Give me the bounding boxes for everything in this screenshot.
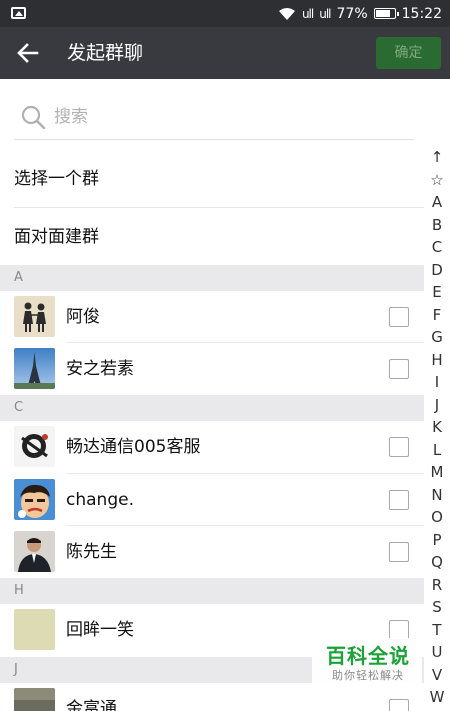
select-group-item[interactable]: 选择一个群 xyxy=(0,150,424,208)
index-letter[interactable]: A xyxy=(424,191,450,214)
index-letter[interactable]: U xyxy=(424,641,450,664)
battery-icon xyxy=(373,8,399,19)
index-letter[interactable]: I xyxy=(424,371,450,394)
index-letter[interactable]: C xyxy=(424,236,450,259)
section-header-h: H xyxy=(0,578,424,604)
avatar xyxy=(14,479,55,520)
index-letter[interactable]: O xyxy=(424,506,450,529)
signal-indicator-1: ull xyxy=(301,6,314,21)
avatar xyxy=(14,296,55,337)
section-letter: H xyxy=(14,583,24,598)
index-letter[interactable]: Q xyxy=(424,551,450,574)
index-star[interactable]: ☆ xyxy=(424,169,450,192)
contact-name: 畅达通信005客服 xyxy=(66,437,201,457)
page-title: 发起群聊 xyxy=(67,42,144,64)
index-letter[interactable]: R xyxy=(424,574,450,597)
search-bar xyxy=(14,94,414,140)
search-input[interactable] xyxy=(54,100,384,134)
index-letter[interactable]: P xyxy=(424,529,450,552)
index-letter[interactable]: E xyxy=(424,281,450,304)
index-letter[interactable]: H xyxy=(424,349,450,372)
watermark-subtitle: 助你轻松解决 xyxy=(332,669,404,682)
section-letter: A xyxy=(14,270,23,285)
index-up-arrow[interactable]: ↑ xyxy=(424,146,450,169)
alphabet-index[interactable]: ↑ ☆ A B C D E F G H I J K L M N O P Q R … xyxy=(424,146,450,709)
contact-name: change. xyxy=(66,490,134,510)
index-letter[interactable]: L xyxy=(424,439,450,462)
face-to-face-item[interactable]: 面对面建群 xyxy=(0,208,424,266)
index-letter[interactable]: N xyxy=(424,484,450,507)
search-icon xyxy=(21,105,46,130)
contact-name: 陈先生 xyxy=(66,542,117,562)
battery-percent: 77% xyxy=(336,5,368,22)
index-letter[interactable]: M xyxy=(424,461,450,484)
signal-indicator-2: ull xyxy=(319,6,331,21)
contact-name: 安之若素 xyxy=(66,359,134,379)
confirm-button[interactable]: 确定 xyxy=(376,37,441,69)
select-checkbox[interactable] xyxy=(389,359,409,379)
select-group-label: 选择一个群 xyxy=(14,169,99,189)
section-letter: C xyxy=(14,400,24,415)
index-letter[interactable]: F xyxy=(424,304,450,327)
watermark-title: 百科全说 xyxy=(326,644,410,668)
back-button[interactable] xyxy=(10,35,46,71)
section-header-a: A xyxy=(0,265,424,291)
select-checkbox[interactable] xyxy=(389,699,409,711)
avatar xyxy=(14,688,55,711)
select-checkbox[interactable] xyxy=(389,490,409,510)
select-checkbox[interactable] xyxy=(389,620,409,640)
contact-name: 阿俊 xyxy=(66,307,100,327)
index-letter[interactable]: K xyxy=(424,416,450,439)
index-letter[interactable]: D xyxy=(424,259,450,282)
contact-row[interactable]: 阿俊 xyxy=(0,291,424,343)
section-header-c: C xyxy=(0,395,424,421)
wifi-icon xyxy=(278,7,295,20)
index-letter[interactable]: J xyxy=(424,394,450,417)
contact-name: 回眸一笑 xyxy=(66,620,134,640)
contact-row[interactable]: 安之若素 xyxy=(0,343,424,395)
select-checkbox[interactable] xyxy=(389,437,409,457)
image-notification-icon xyxy=(11,7,26,19)
avatar xyxy=(14,531,55,572)
status-bar: ull ull 77% 15:22 xyxy=(0,0,450,27)
clock: 15:22 xyxy=(401,5,442,22)
title-bar: 发起群聊 确定 xyxy=(0,27,450,79)
avatar xyxy=(14,348,55,389)
avatar xyxy=(14,426,55,467)
contact-row[interactable]: 陈先生 xyxy=(0,526,424,578)
select-checkbox[interactable] xyxy=(389,542,409,562)
contact-row[interactable]: change. xyxy=(0,474,424,526)
arrow-left-icon xyxy=(17,43,39,63)
select-checkbox[interactable] xyxy=(389,307,409,327)
index-letter[interactable]: S xyxy=(424,596,450,619)
index-letter[interactable]: W xyxy=(424,686,450,709)
index-letter[interactable]: T xyxy=(424,619,450,642)
index-letter[interactable]: V xyxy=(424,664,450,687)
contact-name: 金富通 xyxy=(66,699,117,711)
index-letter[interactable]: B xyxy=(424,214,450,237)
face-to-face-label: 面对面建群 xyxy=(14,227,99,247)
status-bar-right: ull ull 77% 15:22 xyxy=(278,0,442,27)
section-letter: J xyxy=(14,662,18,677)
contact-row[interactable]: 畅达通信005客服 xyxy=(0,421,424,473)
index-letter[interactable]: G xyxy=(424,326,450,349)
watermark: 百科全说 助你轻松解决 xyxy=(312,638,422,688)
avatar xyxy=(14,609,55,650)
